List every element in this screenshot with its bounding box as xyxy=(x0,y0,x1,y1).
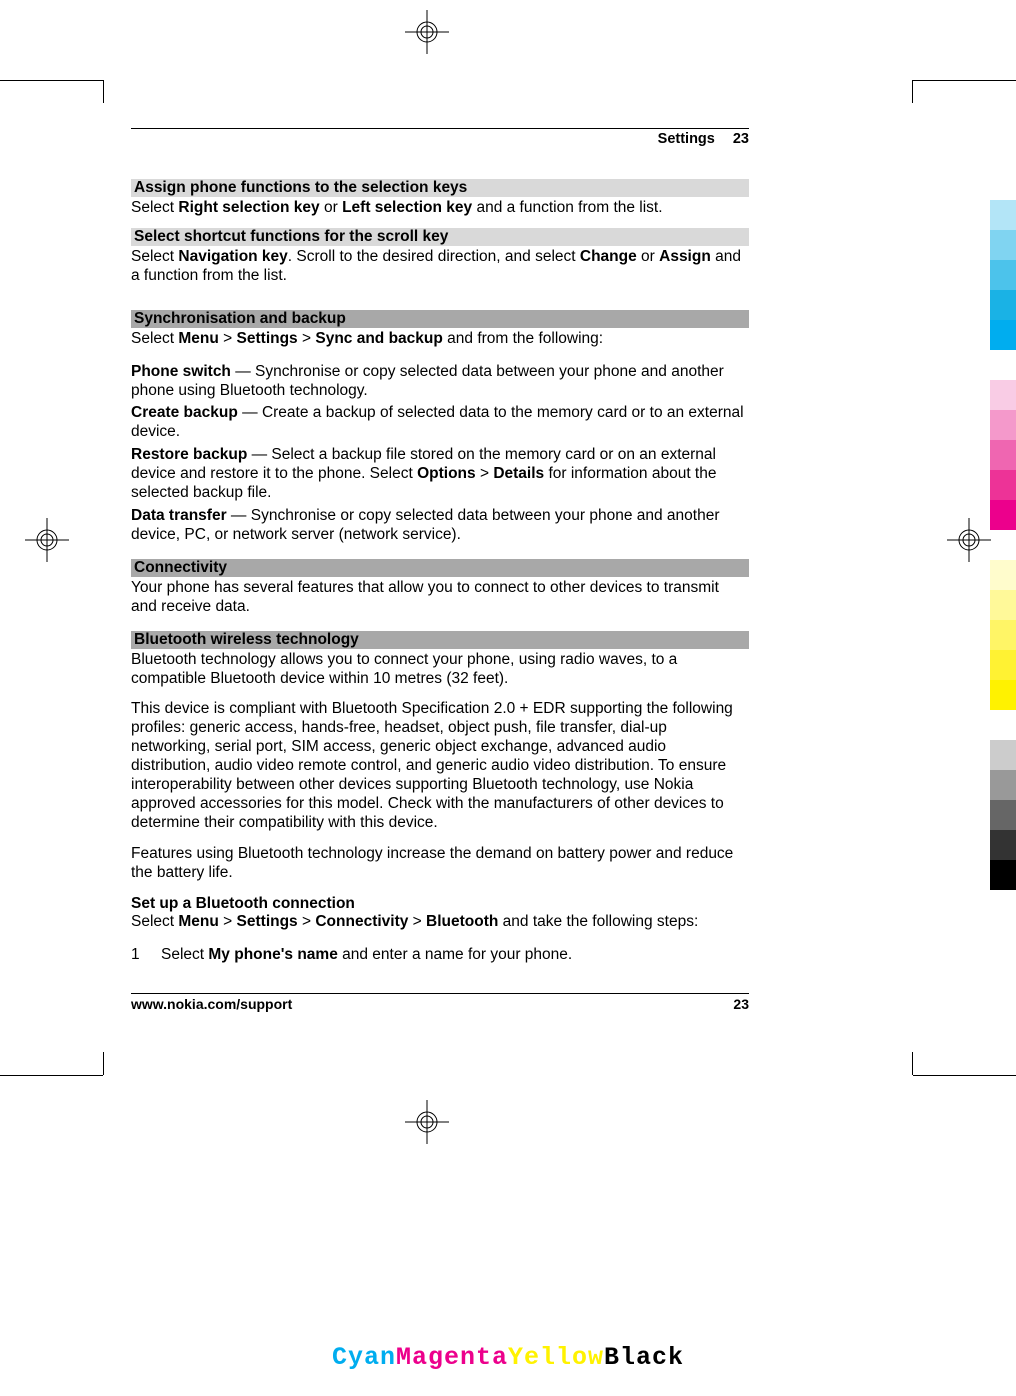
color-swatch xyxy=(990,380,1016,410)
yellow-label: Yellow xyxy=(508,1343,604,1372)
color-swatch xyxy=(990,290,1016,320)
step-text: Select My phone's name and enter a name … xyxy=(161,946,572,965)
color-swatch xyxy=(990,860,1016,890)
color-swatch xyxy=(990,410,1016,440)
heading-assign-keys: Assign phone functions to the selection … xyxy=(131,179,749,197)
crop-mark xyxy=(103,1052,104,1075)
footer-page: 23 xyxy=(733,996,749,1012)
color-swatch xyxy=(990,830,1016,860)
color-swatch xyxy=(990,560,1016,590)
crop-mark xyxy=(913,80,1016,81)
footer-url: www.nokia.com/support xyxy=(131,996,292,1012)
heading-bt-setup: Set up a Bluetooth connection xyxy=(131,895,749,914)
heading-sync-backup: Synchronisation and backup xyxy=(131,310,749,328)
page-frame: Settings 23 Assign phone functions to the… xyxy=(131,128,749,1012)
item-data-transfer: Data transfer — Synchronise or copy sele… xyxy=(131,507,749,545)
color-swatch xyxy=(990,500,1016,530)
color-swatch xyxy=(990,470,1016,500)
page-number-top: 23 xyxy=(733,131,749,147)
color-swatch xyxy=(990,590,1016,620)
color-swatch xyxy=(990,320,1016,350)
cmyk-label: CyanMagentaYellowBlack xyxy=(0,1343,1016,1372)
para-sync-backup-intro: Select Menu > Settings > Sync and backup… xyxy=(131,330,749,349)
item-phone-switch: Phone switch — Synchronise or copy selec… xyxy=(131,363,749,401)
heading-connectivity: Connectivity xyxy=(131,559,749,577)
para-bt-setup: Select Menu > Settings > Connectivity > … xyxy=(131,913,749,932)
color-swatch xyxy=(990,260,1016,290)
heading-shortcut-scroll: Select shortcut functions for the scroll… xyxy=(131,228,749,246)
para-bt-spec: This device is compliant with Bluetooth … xyxy=(131,700,749,832)
color-bars xyxy=(990,200,1016,890)
para-bt-intro: Bluetooth technology allows you to conne… xyxy=(131,651,749,689)
color-swatch xyxy=(990,200,1016,230)
color-swatch xyxy=(990,680,1016,710)
footer: www.nokia.com/support 23 xyxy=(131,993,749,1012)
para-assign-keys: Select Right selection key or Left selec… xyxy=(131,199,749,218)
para-bt-battery: Features using Bluetooth technology incr… xyxy=(131,845,749,883)
running-head: Settings 23 xyxy=(131,129,749,151)
registration-mark-icon xyxy=(25,518,69,562)
color-swatch xyxy=(990,740,1016,770)
step-number: 1 xyxy=(131,946,161,965)
crop-mark xyxy=(0,80,103,81)
registration-mark-icon xyxy=(947,518,991,562)
color-swatch xyxy=(990,620,1016,650)
black-label: Black xyxy=(604,1343,684,1372)
cyan-label: Cyan xyxy=(332,1343,396,1372)
para-shortcut-scroll: Select Navigation key. Scroll to the des… xyxy=(131,248,749,286)
item-create-backup: Create backup — Create a backup of selec… xyxy=(131,404,749,442)
crop-mark xyxy=(912,1052,913,1075)
crop-mark xyxy=(103,80,104,103)
registration-mark-icon xyxy=(405,10,449,54)
color-swatch xyxy=(990,650,1016,680)
para-connectivity: Your phone has several features that all… xyxy=(131,579,749,617)
step-1: 1 Select My phone's name and enter a nam… xyxy=(131,946,749,965)
crop-mark xyxy=(0,1075,103,1076)
crop-mark xyxy=(912,80,913,103)
color-swatch xyxy=(990,770,1016,800)
registration-mark-icon xyxy=(405,1100,449,1144)
item-restore-backup: Restore backup — Select a backup file st… xyxy=(131,446,749,503)
section-title: Settings xyxy=(658,131,715,147)
heading-bluetooth: Bluetooth wireless technology xyxy=(131,631,749,649)
color-swatch xyxy=(990,800,1016,830)
color-swatch xyxy=(990,230,1016,260)
crop-mark xyxy=(913,1075,1016,1076)
magenta-label: Magenta xyxy=(396,1343,508,1372)
color-swatch xyxy=(990,440,1016,470)
